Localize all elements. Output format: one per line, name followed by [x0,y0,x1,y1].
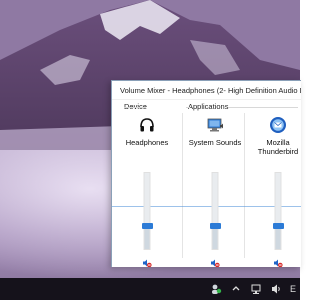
taskbar: E [0,278,300,300]
channel-headphones: Headphones [117,114,177,267]
network-icon[interactable] [250,283,262,295]
volume-slider-thumb[interactable] [209,223,221,230]
system-sounds-icon[interactable] [206,116,224,134]
volume-slider[interactable] [141,172,153,250]
channel-label: Mozilla Thunderbird [257,138,299,156]
mute-toggle-icon[interactable] [273,258,283,267]
applications-header-line-right [228,107,298,108]
speaker-icon[interactable] [270,283,282,295]
volume-level-fill [212,226,218,249]
system-tray: E [210,278,300,300]
mute-toggle-icon[interactable] [142,258,152,267]
volume-mixer-window: Volume Mixer - Headphones (2- High Defin… [111,80,301,267]
volume-slider[interactable] [272,172,284,250]
people-tray-icon[interactable] [210,283,222,295]
channel-label: System Sounds [188,138,242,147]
section-divider [182,113,183,258]
input-language-indicator[interactable]: E [290,284,296,294]
thunderbird-icon[interactable] [269,116,287,134]
volume-slider-thumb[interactable] [272,223,284,230]
volume-level-fill [144,226,150,249]
device-header-line [124,107,146,108]
volume-level-fill [275,226,281,249]
applications-header-line-left [186,107,190,108]
channel-label: Headphones [125,138,169,147]
applications-header: Applications [188,102,229,111]
chevron-up-icon[interactable] [230,283,242,295]
channel-thunderbird: Mozilla Thunderbird [248,114,301,267]
window-titlebar[interactable]: Volume Mixer - Headphones (2- High Defin… [112,81,301,100]
volume-slider-thumb[interactable] [141,223,153,230]
mute-toggle-icon[interactable] [210,258,220,267]
window-title: Volume Mixer - Headphones (2- High Defin… [120,85,301,95]
channel-system-sounds: System Sounds [185,114,245,267]
headphones-icon[interactable] [138,116,156,134]
volume-slider[interactable] [209,172,221,250]
